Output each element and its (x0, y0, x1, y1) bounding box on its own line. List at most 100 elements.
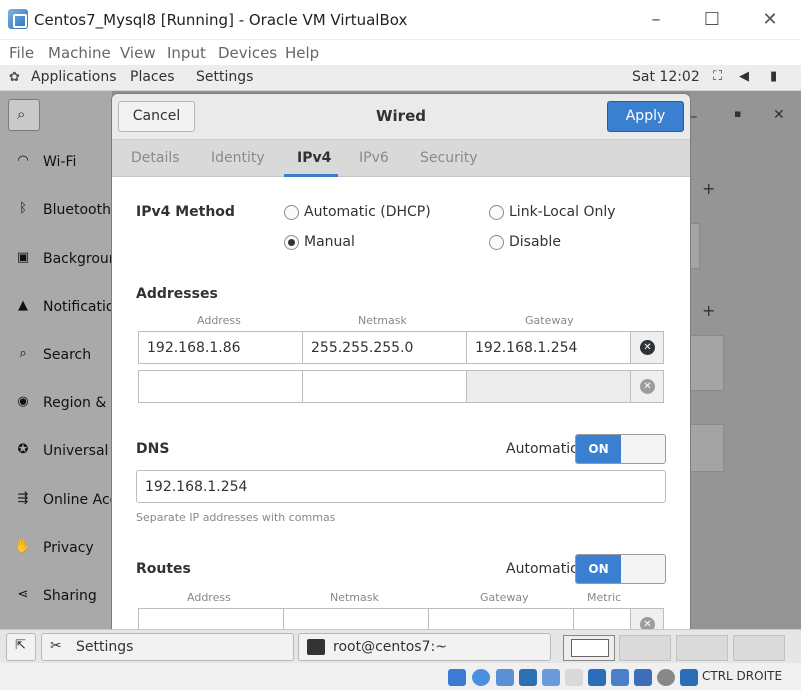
menu-file[interactable]: File (9, 44, 34, 62)
sidebar-item-label: Notifications (43, 299, 112, 315)
taskbar-item-label: root@centos7:~ (333, 639, 447, 655)
applications-menu[interactable]: Applications (31, 69, 117, 85)
routes-column-address: Address (187, 591, 231, 604)
background-icon: ▣ (16, 250, 30, 265)
add-vpn-icon[interactable]: + (702, 301, 715, 320)
menu-input[interactable]: Input (167, 44, 206, 62)
close-icon[interactable]: ✕ (760, 10, 780, 30)
radio-automatic-dhcp[interactable] (284, 205, 299, 220)
sidebar-item-sharing[interactable]: ⋖ Sharing (0, 573, 112, 621)
sidebar-item-label: Search (43, 347, 92, 363)
usb-icon[interactable] (542, 669, 560, 686)
wifi-icon: ◠ (17, 153, 29, 168)
sidebar-item-background[interactable]: ▣ Background (0, 236, 112, 284)
cpu-icon[interactable] (634, 669, 652, 686)
keyboard-capture-icon[interactable] (680, 669, 698, 686)
dialog-title: Wired (376, 107, 426, 125)
tab-security[interactable]: Security (420, 150, 478, 166)
tab-ipv6[interactable]: IPv6 (359, 150, 389, 166)
workspace-1[interactable] (563, 635, 615, 661)
delete-address-button: ✕ (630, 370, 664, 403)
virtualbox-logo-icon (8, 9, 28, 29)
bluetooth-icon: ᛒ (19, 201, 27, 216)
volume-icon[interactable]: ◀ (739, 69, 749, 84)
netmask-field[interactable]: 255.255.255.0 (302, 331, 467, 364)
radio-label-manual: Manual (304, 234, 355, 250)
recording-icon[interactable] (611, 669, 629, 686)
radio-label-automatic-dhcp: Automatic (DHCP) (304, 204, 431, 220)
places-menu[interactable]: Places (130, 69, 175, 85)
radio-link-local-only[interactable] (489, 205, 504, 220)
gateway-field[interactable]: 192.168.1.254 (466, 331, 631, 364)
workspace-thumbnail (571, 639, 609, 657)
routes-automatic-switch[interactable]: ON (575, 554, 666, 584)
sidebar-item-label: Bluetooth (43, 202, 111, 218)
sidebar-item-wifi[interactable]: ◠ Wi-Fi (0, 139, 112, 187)
clock[interactable]: Sat 12:02 (632, 69, 700, 85)
menu-devices[interactable]: Devices (218, 44, 277, 62)
mouse-integration-icon[interactable] (657, 669, 675, 686)
sidebar-item-bluetooth[interactable]: ᛒ Bluetooth (0, 187, 112, 235)
sidebar-item-label: Privacy (43, 540, 94, 556)
battery-icon[interactable]: ▮ (770, 69, 777, 84)
terminal-icon (307, 639, 325, 655)
hard-disk-icon[interactable] (448, 669, 466, 686)
workspace-2[interactable] (619, 635, 671, 661)
sidebar-item-region[interactable]: ◉ Region & Language (0, 380, 112, 428)
delete-address-button[interactable]: ✕ (630, 331, 664, 364)
workspace-4[interactable] (733, 635, 785, 661)
show-desktop-button[interactable]: ⇱ (6, 633, 36, 661)
sidebar-item-universal-access[interactable]: ✪ Universal Access (0, 428, 112, 476)
delete-icon: ✕ (640, 379, 655, 394)
apply-button[interactable]: Apply (607, 101, 684, 132)
maximize-window-icon[interactable]: ▪ (734, 107, 741, 120)
taskbar-terminal[interactable]: root@centos7:~ (298, 633, 551, 661)
sidebar-item-privacy[interactable]: ✋ Privacy (0, 525, 112, 573)
maximize-icon[interactable]: ☐ (702, 10, 722, 30)
wired-dialog: Cancel Wired Apply Details Identity IPv4… (112, 94, 690, 634)
display-icon[interactable] (588, 669, 606, 686)
address-field[interactable]: 192.168.1.86 (138, 331, 303, 364)
workspace-3[interactable] (676, 635, 728, 661)
dns-hint: Separate IP addresses with commas (136, 511, 336, 524)
routes-column-gateway: Gateway (480, 591, 529, 604)
column-header-address: Address (197, 314, 241, 327)
show-desktop-icon: ⇱ (15, 638, 26, 653)
audio-icon[interactable] (496, 669, 514, 686)
network-adapter-icon[interactable] (519, 669, 537, 686)
settings-tools-icon: ✂ (50, 638, 62, 654)
sidebar-item-search[interactable]: ⌕ Search (0, 332, 112, 380)
settings-menu[interactable]: Settings (196, 69, 253, 85)
addresses-heading: Addresses (136, 286, 218, 302)
add-connection-icon[interactable]: + (702, 179, 715, 198)
netmask-field[interactable] (302, 370, 467, 403)
sidebar-item-label: Online Accounts (43, 492, 112, 508)
dns-servers-input[interactable]: 192.168.1.254 (136, 470, 666, 503)
menu-help[interactable]: Help (285, 44, 319, 62)
tab-ipv4[interactable]: IPv4 (297, 150, 331, 166)
radio-manual[interactable] (284, 235, 299, 250)
shared-folder-icon[interactable] (565, 669, 583, 686)
search-icon: ⌕ (19, 346, 27, 361)
radio-disable[interactable] (489, 235, 504, 250)
host-status-bar: CTRL DROITE (0, 663, 801, 690)
sidebar-item-notifications[interactable]: ▲ Notifications (0, 284, 112, 332)
sidebar-item-online-accounts[interactable]: ⇶ Online Accounts (0, 477, 112, 525)
sidebar-search-button[interactable]: ⌕ (8, 99, 40, 131)
close-window-icon[interactable]: ✕ (773, 107, 785, 123)
network-icon[interactable]: ⛶ (713, 69, 722, 84)
minimize-icon[interactable]: – (646, 10, 666, 30)
taskbar-settings[interactable]: ✂ Settings (41, 633, 294, 661)
sidebar-item-label: Universal Access (43, 443, 112, 459)
tab-details[interactable]: Details (131, 150, 180, 166)
tab-identity[interactable]: Identity (211, 150, 265, 166)
optical-drive-icon[interactable] (472, 669, 490, 686)
dns-automatic-switch[interactable]: ON (575, 434, 666, 464)
bell-icon: ▲ (18, 298, 28, 313)
address-field[interactable] (138, 370, 303, 403)
minimize-window-icon[interactable]: – (690, 107, 698, 125)
menu-machine[interactable]: Machine (48, 44, 111, 62)
sidebar-item-label: Sharing (43, 588, 97, 604)
menu-view[interactable]: View (120, 44, 156, 62)
switch-on-label: ON (576, 555, 621, 583)
